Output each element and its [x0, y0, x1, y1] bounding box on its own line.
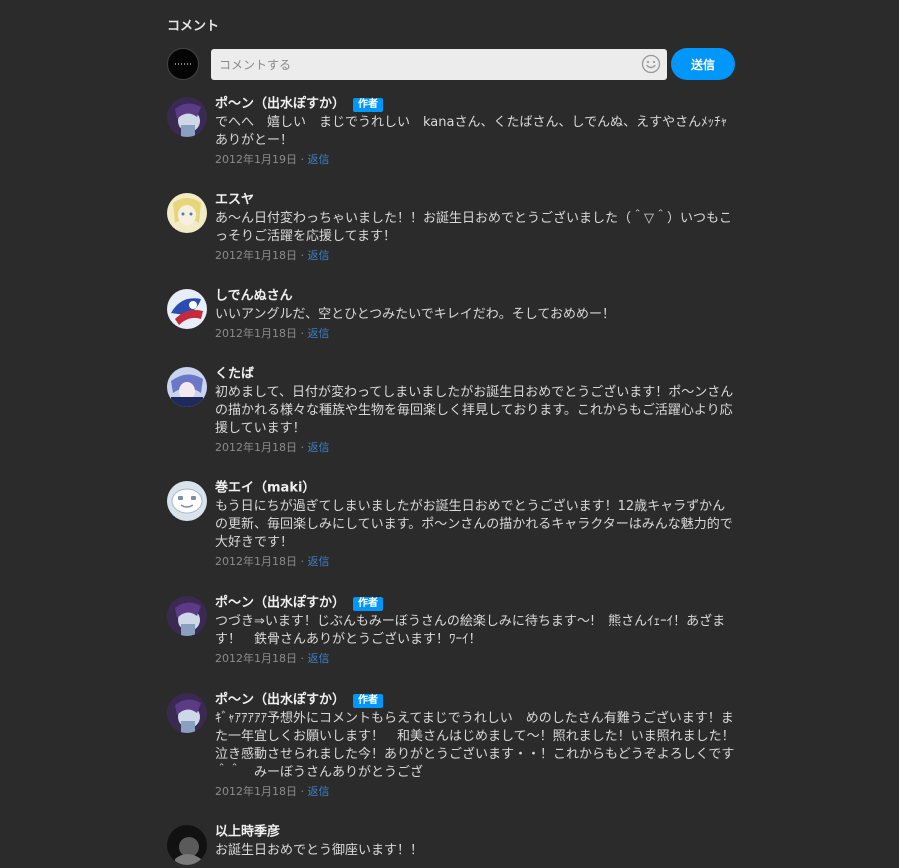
send-button[interactable]: 送信: [671, 48, 735, 80]
comment-date: 2012年1月18日: [215, 441, 297, 454]
meta-separator: ·: [300, 652, 305, 665]
current-user-avatar: [167, 48, 199, 80]
comment-text: もう日にちが過ぎてしまいましたがお誕生日おめでとうございます！12歳キャラずかん…: [215, 499, 733, 550]
section-title: コメント: [167, 19, 220, 34]
meta-separator: ·: [300, 327, 305, 340]
author-name[interactable]: しでんぬさん: [215, 289, 293, 304]
author-name[interactable]: ポ〜ン（出水ぽすか）: [215, 693, 345, 708]
comment-text: つづき⇒います！じぶんもみーぼうさんの絵楽しみに待ちます〜! 熊さんｲｪｰｲ！あ…: [215, 614, 726, 647]
meta-separator: ·: [300, 785, 305, 798]
reply-link[interactable]: 返信: [308, 441, 330, 454]
author-avatar[interactable]: [167, 825, 207, 865]
reply-link[interactable]: 返信: [308, 249, 330, 262]
comment-input-wrap: [211, 49, 667, 80]
comment-date: 2012年1月18日: [215, 249, 297, 262]
author-avatar[interactable]: [167, 596, 207, 636]
author-name[interactable]: ポ〜ン（出水ぽすか）: [215, 596, 345, 611]
author-avatar[interactable]: [167, 481, 207, 521]
reply-link[interactable]: 返信: [308, 327, 330, 340]
comment-text: お誕生日おめでとう御座います！！: [215, 843, 424, 858]
author-avatar[interactable]: [167, 193, 207, 233]
meta-separator: ·: [300, 441, 305, 454]
author-avatar[interactable]: [167, 693, 207, 733]
author-name[interactable]: くたば: [215, 367, 254, 382]
comment-date: 2012年1月18日: [215, 555, 297, 568]
author-avatar[interactable]: [167, 367, 207, 407]
comment-date: 2012年1月18日: [215, 652, 297, 665]
author-avatar[interactable]: [167, 289, 207, 329]
smiley-face-icon[interactable]: [641, 54, 661, 74]
author-name[interactable]: エスヤ: [215, 193, 254, 208]
author-badge: 作者: [353, 596, 384, 611]
reply-link[interactable]: 返信: [308, 555, 330, 568]
meta-separator: ·: [300, 249, 305, 262]
comment-date: 2012年1月18日: [215, 327, 297, 340]
author-badge: 作者: [353, 97, 384, 112]
comment-date: 2012年1月19日: [215, 153, 297, 166]
reply-link[interactable]: 返信: [308, 785, 330, 798]
meta-separator: ·: [300, 555, 305, 568]
comment-text: 初めまして、日付が変わってしまいましたがお誕生日おめでとうございます！ポ〜ンさん…: [215, 385, 734, 436]
author-avatar[interactable]: [167, 97, 207, 137]
comment-date: 2012年1月18日: [215, 785, 297, 798]
author-name[interactable]: 巻エイ（maki）: [215, 481, 315, 496]
comment-text: でへへ 嬉しい まじでうれしい kanaさん、くたばさん、しでんぬ、えすやさんﾒ…: [215, 115, 728, 148]
reply-link[interactable]: 返信: [308, 652, 330, 665]
comment-composer: 送信: [167, 48, 735, 80]
author-name[interactable]: 以上時季彦: [215, 825, 280, 840]
meta-separator: ·: [300, 153, 305, 166]
comment-text: あ〜ん日付変わっちゃいました！！お誕生日おめでとうございました（＾▽＾）いつもこ…: [215, 211, 732, 244]
reply-link[interactable]: 返信: [308, 153, 330, 166]
comment-input[interactable]: [211, 49, 631, 80]
comment-text: ｷﾞｬｱｱｱｱｱ予想外にコメントもらえてまじでうれしい めのしたさん有難うござい…: [215, 711, 735, 780]
author-badge: 作者: [353, 693, 384, 708]
comment-text: いいアングルだ、空とひとつみたいでキレイだわ。そしておめめー！: [215, 307, 616, 322]
author-name[interactable]: ポ〜ン（出水ぽすか）: [215, 97, 345, 112]
